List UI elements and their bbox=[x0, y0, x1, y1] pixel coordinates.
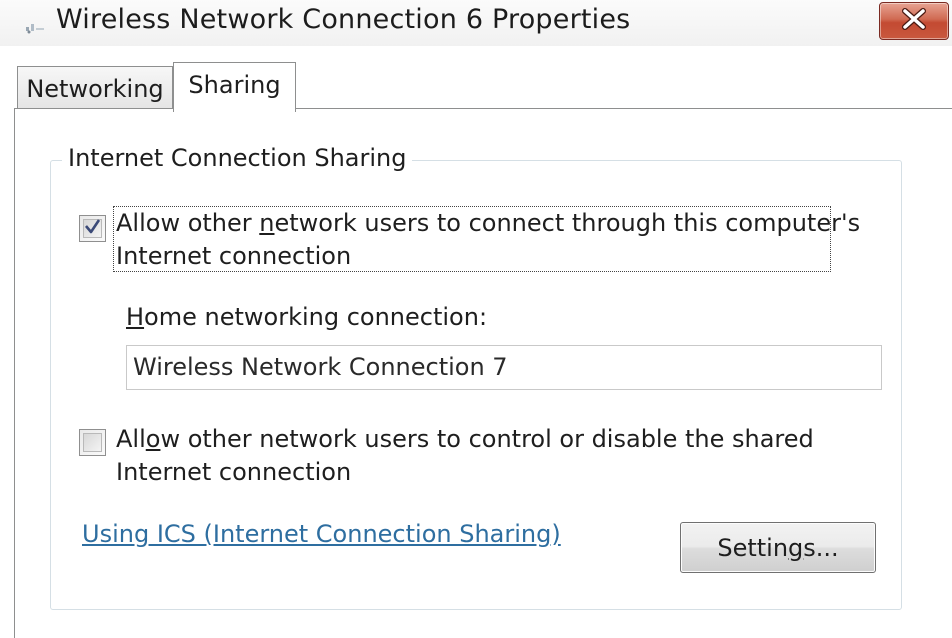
checkbox-box bbox=[83, 219, 102, 238]
close-x-icon bbox=[901, 8, 927, 34]
allow-connect-checkbox[interactable] bbox=[79, 215, 106, 242]
ics-help-link[interactable]: Using ICS (Internet Connection Sharing) bbox=[82, 520, 561, 548]
allow-connect-label-line2: Internet connection bbox=[116, 242, 352, 270]
network-connection-icon bbox=[24, 18, 46, 34]
allow-control-checkbox[interactable] bbox=[79, 429, 106, 456]
window-title: Wireless Network Connection 6 Properties bbox=[56, 4, 631, 35]
settings-button-label: Settings... bbox=[717, 533, 839, 562]
ics-group-legend: Internet Connection Sharing bbox=[62, 144, 413, 172]
tab-networking[interactable]: Networking bbox=[17, 66, 173, 110]
allow-connect-label-line1: Allow other network users to connect thr… bbox=[116, 209, 861, 237]
tab-sharing-label: Sharing bbox=[188, 70, 281, 99]
allow-control-label-line2: Internet connection bbox=[116, 458, 352, 486]
allow-control-label[interactable]: Allow other network users to control or … bbox=[116, 423, 814, 489]
checkbox-box bbox=[83, 433, 102, 452]
home-connection-field[interactable]: Wireless Network Connection 7 bbox=[126, 345, 882, 390]
home-connection-label: Home networking connection: bbox=[126, 303, 488, 331]
title-bar: Wireless Network Connection 6 Properties bbox=[0, 0, 952, 46]
checkmark-icon bbox=[83, 217, 102, 240]
allow-control-label-line1: Allow other network users to control or … bbox=[116, 425, 814, 453]
tab-networking-label: Networking bbox=[26, 74, 164, 103]
tab-sharing[interactable]: Sharing bbox=[173, 62, 296, 112]
allow-connect-label[interactable]: Allow other network users to connect thr… bbox=[116, 207, 860, 273]
settings-button[interactable]: Settings... bbox=[680, 522, 876, 573]
close-button[interactable] bbox=[879, 2, 949, 40]
